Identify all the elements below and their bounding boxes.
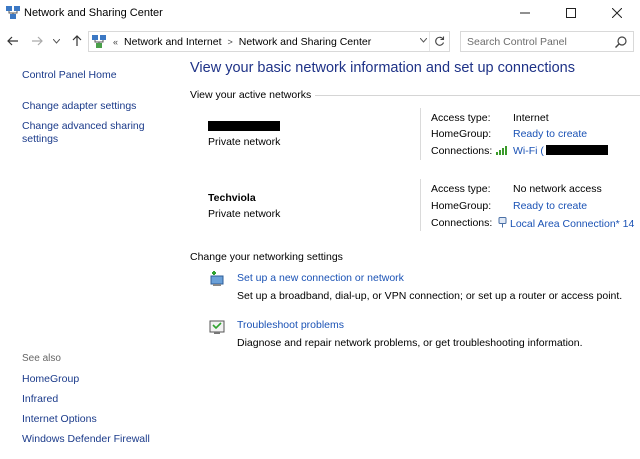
homegroup-label: HomeGroup: [431,200,492,212]
window-title: Network and Sharing Center [24,7,163,19]
access-type-label: Access type: [431,183,491,195]
breadcrumb-separator-icon[interactable]: > [225,37,234,47]
connections-label: Connections: [431,217,493,229]
sidebar: Control Panel Home Change adapter settin… [0,56,180,459]
access-type-label: Access type: [431,112,491,124]
active-networks-heading: View your active networks [190,89,640,101]
minimize-icon [520,12,530,14]
up-button[interactable] [68,32,86,50]
troubleshoot-description: Diagnose and repair network problems, or… [237,337,583,349]
homegroup-link[interactable]: Ready to create [513,200,587,212]
wifi-signal-icon [496,146,507,155]
new-connection-icon[interactable] [208,270,226,288]
troubleshoot-link[interactable]: Troubleshoot problems [237,319,344,331]
address-dropdown-button[interactable] [419,36,428,45]
network-sharing-center-icon [6,6,20,19]
refresh-icon [435,36,445,46]
arrow-right-icon [32,36,43,46]
access-type-value: Internet [513,112,549,124]
section-divider [315,94,640,96]
connection-lan-link[interactable]: Local Area Connection* 14 [498,217,634,230]
forward-button[interactable] [28,32,46,50]
troubleshoot-icon[interactable] [208,318,226,336]
change-settings-heading: Change your networking settings [190,251,343,263]
title-bar: Network and Sharing Center [0,0,640,26]
network-name-redacted [208,121,280,131]
connection-lan-text[interactable]: Local Area Connection* 14 [510,218,634,230]
access-type-value: No network access [513,183,602,195]
search-input[interactable] [461,35,611,48]
recent-locations-button[interactable] [50,32,62,50]
see-also-link-infrared[interactable]: Infrared [22,393,58,406]
maximize-button[interactable] [548,0,594,26]
arrow-up-icon [72,35,82,46]
active-networks-heading-text: View your active networks [190,89,312,101]
arrow-left-icon [7,36,18,46]
network-type: Private network [208,136,281,148]
search-icon[interactable] [615,36,627,48]
see-also-link-internet-options[interactable]: Internet Options [22,413,97,426]
sidebar-link-change-advanced-sharing-settings[interactable]: Change advanced sharing settings [22,120,152,146]
breadcrumb-network-and-sharing-center[interactable]: Network and Sharing Center [235,36,376,48]
network-type: Private network [208,208,281,220]
ethernet-adapter-icon [498,217,507,228]
minimize-button[interactable] [502,0,548,26]
maximize-icon [566,8,576,18]
setup-connection-link[interactable]: Set up a new connection or network [237,272,404,284]
see-also-heading: See also [22,353,61,364]
chevron-down-icon [52,38,60,44]
back-button[interactable] [4,32,22,50]
search-box[interactable] [460,31,634,52]
connection-wifi-text[interactable]: Wi-Fi ( [513,145,544,157]
sidebar-link-control-panel-home[interactable]: Control Panel Home [22,69,117,82]
homegroup-link[interactable]: Ready to create [513,128,587,140]
setup-connection-description: Set up a broadband, dial-up, or VPN conn… [237,290,623,302]
close-icon [612,8,622,18]
breadcrumb-network-and-internet[interactable]: Network and Internet [120,36,225,48]
page-title: View your basic network information and … [190,60,576,76]
connection-wifi-link[interactable]: Wi-Fi ( [496,145,608,157]
address-bar[interactable]: « Network and Internet > Network and Sha… [88,31,450,52]
network-divider [420,108,421,160]
breadcrumb-overflow[interactable]: « [111,37,120,47]
navigation-bar: « Network and Internet > Network and Sha… [0,28,640,54]
network-divider [420,179,421,231]
sidebar-link-change-adapter-settings[interactable]: Change adapter settings [22,100,136,113]
refresh-button[interactable] [429,32,449,51]
see-also-link-homegroup[interactable]: HomeGroup [22,373,79,386]
homegroup-label: HomeGroup: [431,128,492,140]
close-button[interactable] [594,0,640,26]
main-content: View your basic network information and … [190,56,640,459]
chevron-down-icon [419,37,428,43]
see-also-link-windows-defender-firewall[interactable]: Windows Defender Firewall [22,433,150,446]
network-name: Techviola [208,192,256,204]
change-settings-heading-text: Change your networking settings [190,251,343,263]
control-panel-icon [92,35,106,48]
connection-name-redacted [545,145,608,155]
connections-label: Connections: [431,145,493,157]
